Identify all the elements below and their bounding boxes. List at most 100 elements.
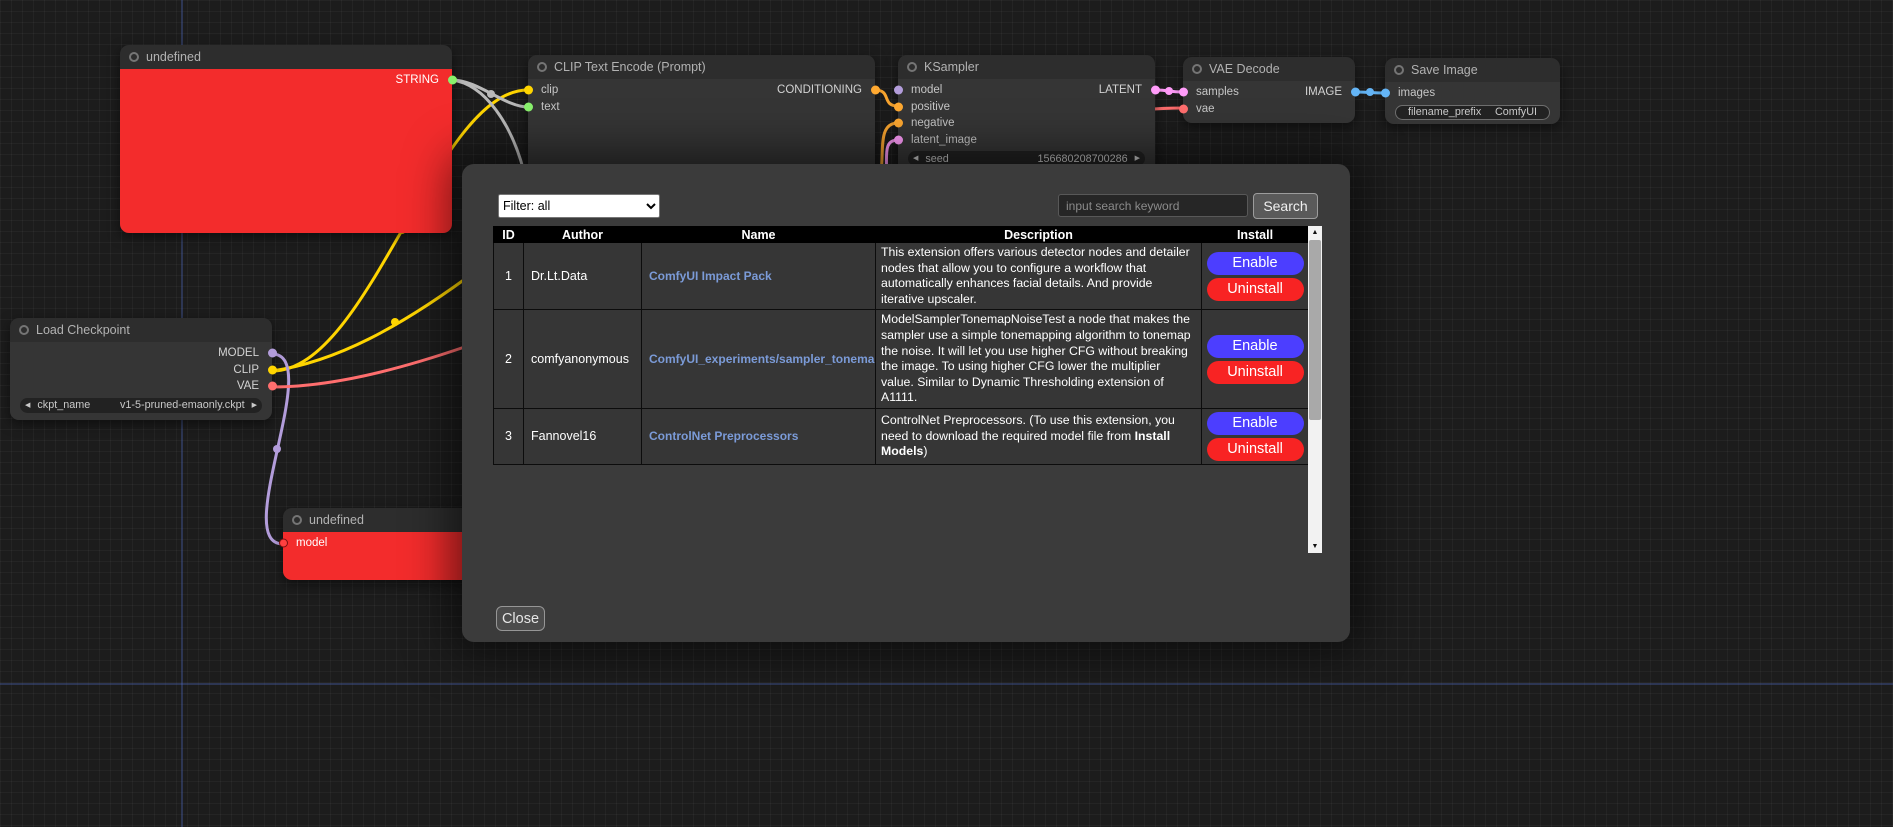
extension-link[interactable]: ComfyUI Impact Pack	[649, 269, 772, 283]
vae-input-slot[interactable]	[1179, 104, 1188, 113]
positive-input-slot[interactable]	[894, 102, 903, 111]
vae-output-label: VAE	[237, 380, 259, 392]
widget-prev-icon[interactable]: ◀	[25, 402, 30, 409]
node-collapse-icon[interactable]	[1192, 64, 1202, 74]
header-id: ID	[494, 227, 524, 243]
cell-description: ModelSamplerTonemapNoiseTest a node that…	[876, 310, 1202, 409]
node-save-image[interactable]: Save Image images filename_prefix ComfyU…	[1385, 58, 1560, 124]
table-row: 3 Fannovel16 ControlNet Preprocessors Co…	[494, 408, 1309, 464]
extension-link[interactable]: ControlNet Preprocessors	[649, 429, 798, 443]
image-output-label: IMAGE	[1305, 86, 1342, 98]
enable-button[interactable]: Enable	[1207, 335, 1304, 358]
ckpt-name-value: v1-5-pruned-emaonly.ckpt	[120, 399, 245, 411]
conditioning-output-label: CONDITIONING	[777, 84, 862, 96]
clip-input-slot[interactable]	[524, 86, 533, 95]
widget-next-icon[interactable]: ▶	[252, 402, 257, 409]
enable-button[interactable]: Enable	[1207, 412, 1304, 435]
uninstall-button[interactable]: Uninstall	[1207, 438, 1304, 461]
uninstall-button[interactable]: Uninstall	[1207, 278, 1304, 301]
custom-nodes-manager-dialog: Filter: all Search ID Author Name Descri…	[462, 164, 1350, 642]
uninstall-button[interactable]: Uninstall	[1207, 361, 1304, 384]
model-input-label: model	[911, 84, 942, 96]
cell-author: Fannovel16	[524, 408, 642, 464]
node-title-bar[interactable]: VAE Decode	[1183, 57, 1355, 81]
node-body: MODEL CLIP VAE ◀ ckpt_name v1-5-pruned-e…	[10, 342, 272, 420]
string-output-slot[interactable]	[448, 76, 457, 85]
slot-row: positive	[898, 99, 1155, 116]
link-midpoint-dot	[1366, 88, 1374, 96]
node-load-checkpoint[interactable]: Load Checkpoint MODEL CLIP VAE ◀ ckpt_na…	[10, 318, 272, 420]
model-output-label: MODEL	[218, 347, 259, 359]
slot-row: model LATENT	[898, 82, 1155, 99]
node-title: undefined	[146, 50, 201, 64]
header-author: Author	[524, 227, 642, 243]
node-title: undefined	[309, 513, 364, 527]
seed-widget-label: seed	[925, 153, 948, 165]
images-input-slot[interactable]	[1381, 89, 1390, 98]
widget-prev-icon[interactable]: ◀	[913, 155, 918, 162]
node-collapse-icon[interactable]	[1394, 65, 1404, 75]
close-button[interactable]: Close	[496, 606, 545, 631]
cell-id: 3	[494, 408, 524, 464]
clip-output-slot[interactable]	[268, 365, 277, 374]
image-output-slot[interactable]	[1351, 88, 1360, 97]
latent-image-input-slot[interactable]	[894, 135, 903, 144]
negative-input-label: negative	[911, 117, 954, 129]
scroll-up-icon[interactable]: ▲	[1308, 226, 1322, 239]
widget-next-icon[interactable]: ▶	[1135, 155, 1140, 162]
enable-button[interactable]: Enable	[1207, 252, 1304, 275]
filename-prefix-widget[interactable]: filename_prefix ComfyUI	[1395, 105, 1550, 120]
node-collapse-icon[interactable]	[292, 515, 302, 525]
slot-row: samples IMAGE	[1183, 84, 1355, 101]
latent-output-slot[interactable]	[1151, 86, 1160, 95]
node-undefined-string[interactable]: undefined STRING	[120, 45, 452, 233]
node-body: model LATENT positive negative latent_im…	[898, 79, 1155, 174]
conditioning-output-slot[interactable]	[871, 86, 880, 95]
cell-install: Enable Uninstall	[1202, 243, 1309, 310]
search-button[interactable]: Search	[1253, 193, 1318, 219]
filename-prefix-label: filename_prefix	[1408, 106, 1481, 118]
node-collapse-icon[interactable]	[907, 62, 917, 72]
description-text: )	[923, 444, 927, 458]
slot-row: latent_image	[898, 132, 1155, 149]
negative-input-slot[interactable]	[894, 119, 903, 128]
scrollbar-thumb[interactable]	[1309, 240, 1321, 420]
node-title-bar[interactable]: Load Checkpoint	[10, 318, 272, 342]
ckpt-name-label: ckpt_name	[37, 399, 90, 411]
node-title-bar[interactable]: CLIP Text Encode (Prompt)	[528, 55, 875, 79]
node-title-bar[interactable]: KSampler	[898, 55, 1155, 79]
model-input-label: model	[296, 537, 327, 549]
scroll-down-icon[interactable]: ▼	[1308, 540, 1322, 553]
table-header-row: ID Author Name Description Install	[494, 227, 1309, 243]
cell-install: Enable Uninstall	[1202, 310, 1309, 409]
ckpt-name-widget[interactable]: ◀ ckpt_name v1-5-pruned-emaonly.ckpt ▶	[20, 398, 262, 413]
model-input-slot[interactable]	[279, 539, 288, 548]
node-collapse-icon[interactable]	[129, 52, 139, 62]
table-row: 2 comfyanonymous ComfyUI_experiments/sam…	[494, 310, 1309, 409]
node-title: Load Checkpoint	[36, 323, 130, 337]
cell-id: 1	[494, 243, 524, 310]
images-input-label: images	[1398, 87, 1435, 99]
samples-input-slot[interactable]	[1179, 88, 1188, 97]
cell-install: Enable Uninstall	[1202, 408, 1309, 464]
filename-prefix-value: ComfyUI	[1495, 106, 1537, 118]
extension-link[interactable]: ComfyUI_experiments/sampler_tonemap	[649, 352, 876, 366]
search-input[interactable]	[1058, 194, 1248, 217]
node-title-bar[interactable]: undefined	[120, 45, 452, 69]
vae-output-slot[interactable]	[268, 382, 277, 391]
node-vae-decode[interactable]: VAE Decode samples IMAGE vae	[1183, 57, 1355, 123]
cell-author: Dr.Lt.Data	[524, 243, 642, 310]
vae-input-label: vae	[1196, 103, 1215, 115]
node-graph-canvas[interactable]: undefined STRING CLIP Text Encode (Promp…	[0, 0, 1893, 827]
node-collapse-icon[interactable]	[19, 325, 29, 335]
node-title-bar[interactable]: Save Image	[1385, 58, 1560, 82]
model-input-slot[interactable]	[894, 86, 903, 95]
node-collapse-icon[interactable]	[537, 62, 547, 72]
header-install: Install	[1202, 227, 1309, 243]
link-midpoint-dot	[487, 90, 495, 98]
model-output-slot[interactable]	[268, 349, 277, 358]
node-ksampler[interactable]: KSampler model LATENT positive negative …	[898, 55, 1155, 174]
table-scrollbar[interactable]: ▲ ▼	[1308, 226, 1322, 553]
filter-select[interactable]: Filter: all	[498, 194, 660, 218]
text-input-slot[interactable]	[524, 102, 533, 111]
